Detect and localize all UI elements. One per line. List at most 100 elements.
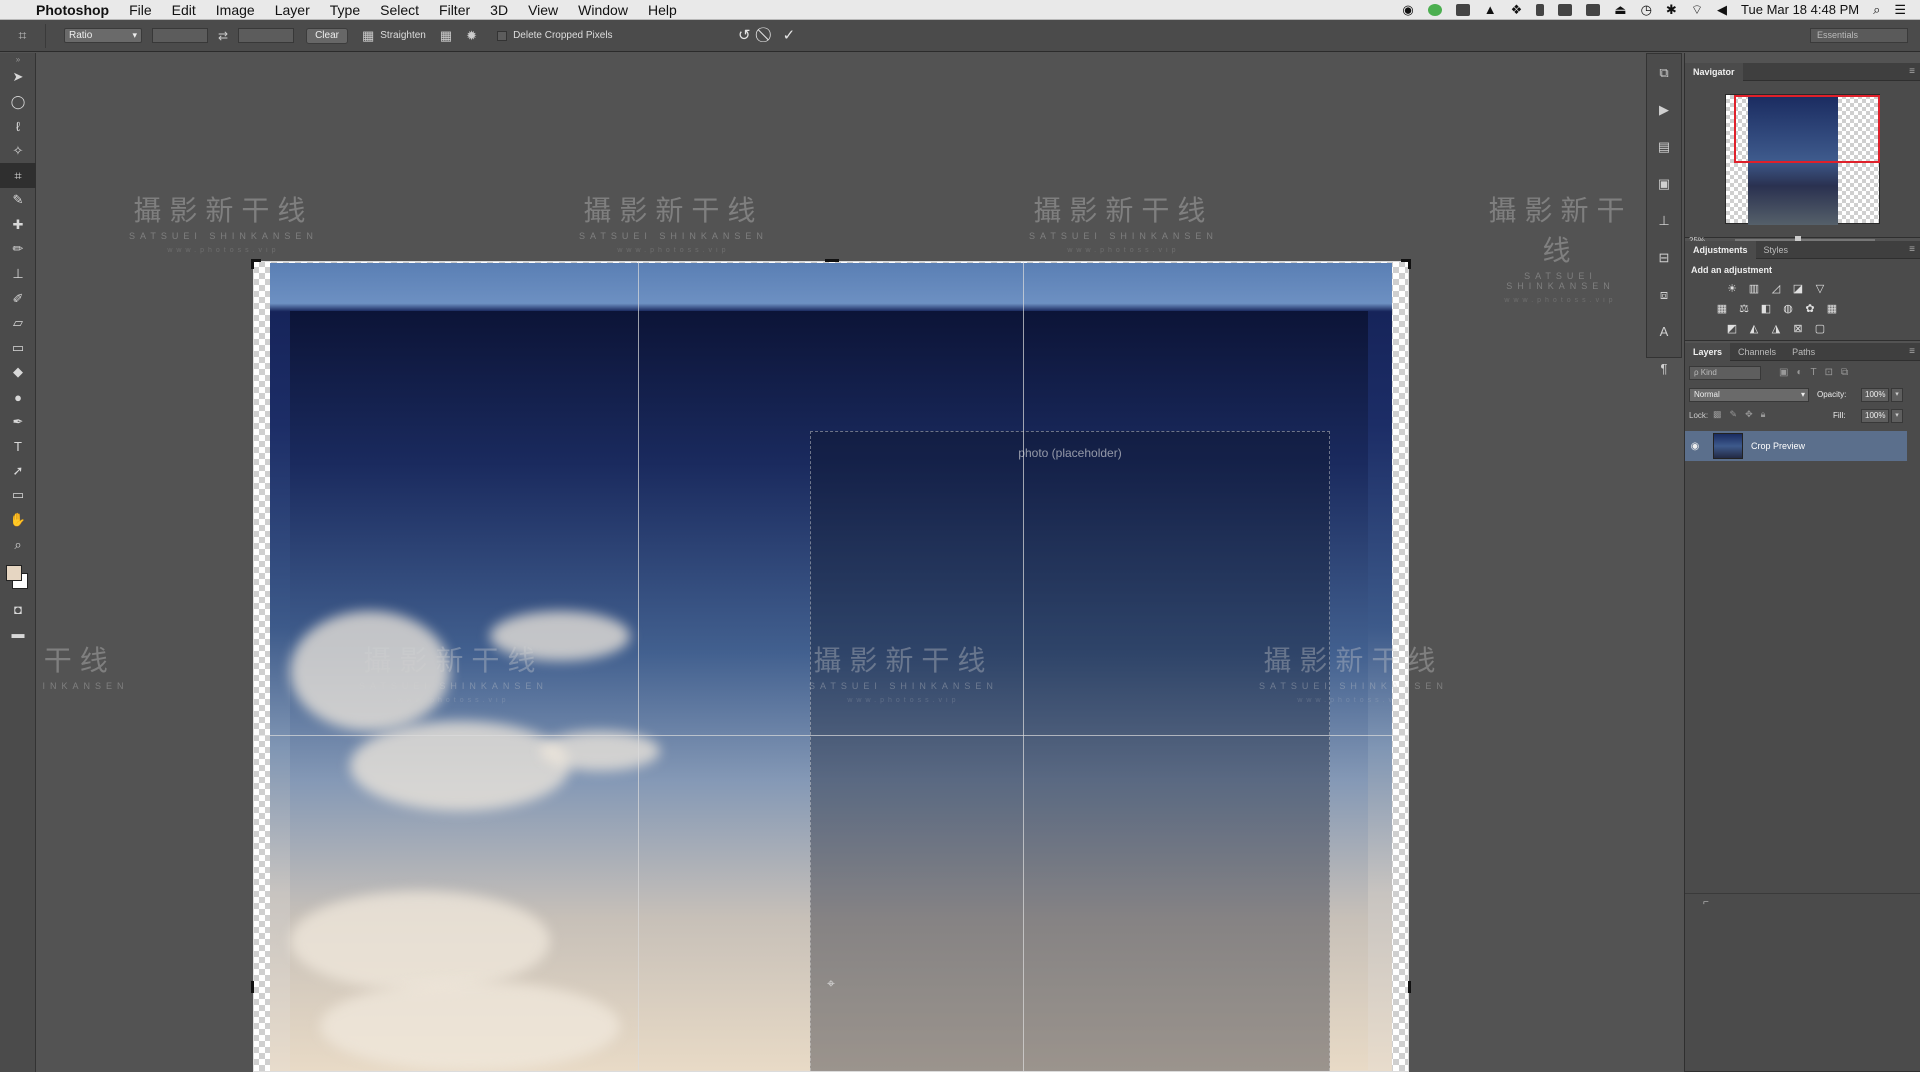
straighten-icon[interactable]: ▦ xyxy=(362,28,374,44)
paragraph-panel-icon[interactable]: ¶ xyxy=(1647,350,1681,387)
filter-type-icon[interactable]: T xyxy=(1811,367,1817,378)
menu-layer[interactable]: Layer xyxy=(275,2,310,18)
crop-handle-top-left[interactable] xyxy=(251,259,254,269)
pen-tool-icon[interactable]: ✒ xyxy=(0,409,36,434)
link-layers-icon[interactable]: ⌐ xyxy=(1703,897,1709,908)
lock-position-icon[interactable]: ✥ xyxy=(1745,409,1753,420)
swap-icon[interactable]: ⇄ xyxy=(218,29,228,43)
panel-menu-icon[interactable]: ≡ xyxy=(1909,244,1920,255)
filter-adjustment-icon[interactable]: ◐ xyxy=(1796,367,1802,378)
filter-shape-icon[interactable]: ⊡ xyxy=(1825,367,1833,378)
panel-menu-icon[interactable]: ≡ xyxy=(1909,66,1920,77)
fill-dropdown-icon[interactable]: ▾ xyxy=(1891,409,1903,423)
lasso-tool-icon[interactable]: ℓ xyxy=(0,114,36,139)
vibrance-icon[interactable]: ▽ xyxy=(1813,281,1827,295)
ratio-width-input[interactable] xyxy=(152,28,208,43)
reset-icon[interactable]: ↺ xyxy=(738,26,751,44)
lock-transparent-icon[interactable]: ▩ xyxy=(1713,409,1722,420)
channel-mixer-icon[interactable]: ✿ xyxy=(1803,301,1817,315)
character-panel-icon[interactable]: A xyxy=(1647,313,1681,350)
clone-stamp-tool-icon[interactable]: ⊥ xyxy=(0,262,36,287)
straighten-button[interactable]: Straighten xyxy=(380,30,426,41)
opacity-input[interactable]: 100% xyxy=(1861,388,1889,402)
layer-comps-panel-icon[interactable]: ⧈ xyxy=(1647,276,1681,313)
menu-view[interactable]: View xyxy=(528,2,558,18)
crop-tool-icon[interactable]: ⌗ xyxy=(0,163,36,188)
move-tool-icon[interactable]: ➤ xyxy=(0,65,36,90)
airplay-icon[interactable] xyxy=(1586,3,1601,16)
curves-icon[interactable]: ◿ xyxy=(1769,281,1783,295)
layer-name[interactable]: Crop Preview xyxy=(1751,441,1805,451)
menu-filter[interactable]: Filter xyxy=(439,2,470,18)
history-brush-tool-icon[interactable]: ✐ xyxy=(0,286,36,311)
overlay-grid-icon[interactable]: ▦ xyxy=(440,28,452,44)
lock-all-icon[interactable]: 🔒︎ xyxy=(1761,409,1766,420)
blur-tool-icon[interactable]: ◆ xyxy=(0,360,36,385)
display-icon[interactable] xyxy=(1455,3,1470,16)
bluetooth-icon[interactable]: ✱ xyxy=(1666,2,1677,18)
selective-color-icon[interactable]: ▢ xyxy=(1813,321,1827,335)
layer-filter-kind-select[interactable]: ρ Kind xyxy=(1689,366,1761,380)
dodge-tool-icon[interactable]: ● xyxy=(0,385,36,410)
menu-type[interactable]: Type xyxy=(330,2,360,18)
panel-menu-icon[interactable]: ≡ xyxy=(1909,346,1920,357)
crop-tool-preset-icon[interactable]: ⌗ xyxy=(0,23,46,48)
brightness-icon[interactable]: ☀ xyxy=(1725,281,1739,295)
filter-pixel-icon[interactable]: ▣ xyxy=(1779,367,1788,378)
menu-image[interactable]: Image xyxy=(216,2,255,18)
time-machine-icon[interactable]: ◷ xyxy=(1641,2,1652,18)
crop-settings-gear-icon[interactable]: ✹ xyxy=(466,28,477,44)
ratio-height-input[interactable] xyxy=(238,28,295,43)
menu-file[interactable]: File xyxy=(129,2,152,18)
layer-row[interactable]: ◉ Crop Preview xyxy=(1685,431,1907,461)
evernote-icon[interactable] xyxy=(1427,3,1442,16)
history-panel-icon[interactable]: ⧉ xyxy=(1647,54,1681,91)
posterize-icon[interactable]: ◭ xyxy=(1747,321,1761,335)
workspace-select[interactable]: Essentials xyxy=(1810,28,1908,43)
battery-icon[interactable] xyxy=(1536,3,1545,16)
spotlight-icon[interactable]: ⌕ xyxy=(1873,2,1880,18)
commit-crop-icon[interactable]: ✓ xyxy=(783,26,796,44)
hand-tool-icon[interactable]: ✋ xyxy=(0,508,36,533)
tab-layers[interactable]: Layers xyxy=(1685,342,1731,361)
gradient-tool-icon[interactable]: ▭ xyxy=(0,336,36,361)
invert-icon[interactable]: ◩ xyxy=(1725,321,1739,335)
color-balance-icon[interactable]: ⚖ xyxy=(1737,301,1751,315)
healing-brush-tool-icon[interactable]: ✚ xyxy=(0,213,36,238)
photo-filter-icon[interactable]: ◍ xyxy=(1781,301,1795,315)
quick-mask-icon[interactable]: ◘ xyxy=(0,597,36,622)
lock-image-icon[interactable]: ✎ xyxy=(1730,409,1738,420)
delete-cropped-checkbox[interactable] xyxy=(497,30,508,41)
document-canvas[interactable]: photo (placeholder) ⌖ xyxy=(251,259,1411,1072)
levels-icon[interactable]: ▥ xyxy=(1747,281,1761,295)
tab-styles[interactable]: Styles xyxy=(1756,241,1797,259)
visibility-eye-icon[interactable]: ◉ xyxy=(1685,441,1705,452)
color-lookup-icon[interactable]: ▦ xyxy=(1825,301,1839,315)
brush-tool-icon[interactable]: ✏ xyxy=(0,237,36,262)
fill-input[interactable]: 100% xyxy=(1861,409,1889,423)
hue-saturation-icon[interactable]: ▦ xyxy=(1715,301,1729,315)
type-tool-icon[interactable]: T xyxy=(0,434,36,459)
ratio-select[interactable]: Ratio xyxy=(64,28,142,43)
collapse-tools-icon[interactable]: » xyxy=(0,53,36,65)
tab-adjustments[interactable]: Adjustments xyxy=(1685,240,1756,259)
magic-wand-tool-icon[interactable]: ✧ xyxy=(0,139,36,164)
crop-handle-top-right[interactable] xyxy=(1408,259,1411,269)
rectangle-tool-icon[interactable]: ▭ xyxy=(0,483,36,508)
menu-help[interactable]: Help xyxy=(648,2,677,18)
clone-source-panel-icon[interactable]: ⊥ xyxy=(1647,202,1681,239)
crop-box[interactable] xyxy=(253,261,1409,1072)
foreground-color-swatch[interactable] xyxy=(6,564,22,581)
crop-handle-left[interactable] xyxy=(251,981,254,993)
screen-icon[interactable] xyxy=(1558,3,1573,16)
blend-mode-select[interactable]: Normal xyxy=(1689,388,1809,402)
menu-window[interactable]: Window xyxy=(578,2,628,18)
drive-icon[interactable]: ▲ xyxy=(1484,2,1497,17)
tab-paths[interactable]: Paths xyxy=(1784,343,1823,361)
eyedropper-tool-icon[interactable]: ✎ xyxy=(0,188,36,213)
navigator-view-box[interactable] xyxy=(1734,95,1880,163)
crop-handle-top[interactable] xyxy=(825,259,839,262)
tab-channels[interactable]: Channels xyxy=(1730,343,1784,361)
zoom-tool-icon[interactable]: ⌕ xyxy=(0,532,36,557)
brush-panel-icon[interactable]: ▤ xyxy=(1647,128,1681,165)
